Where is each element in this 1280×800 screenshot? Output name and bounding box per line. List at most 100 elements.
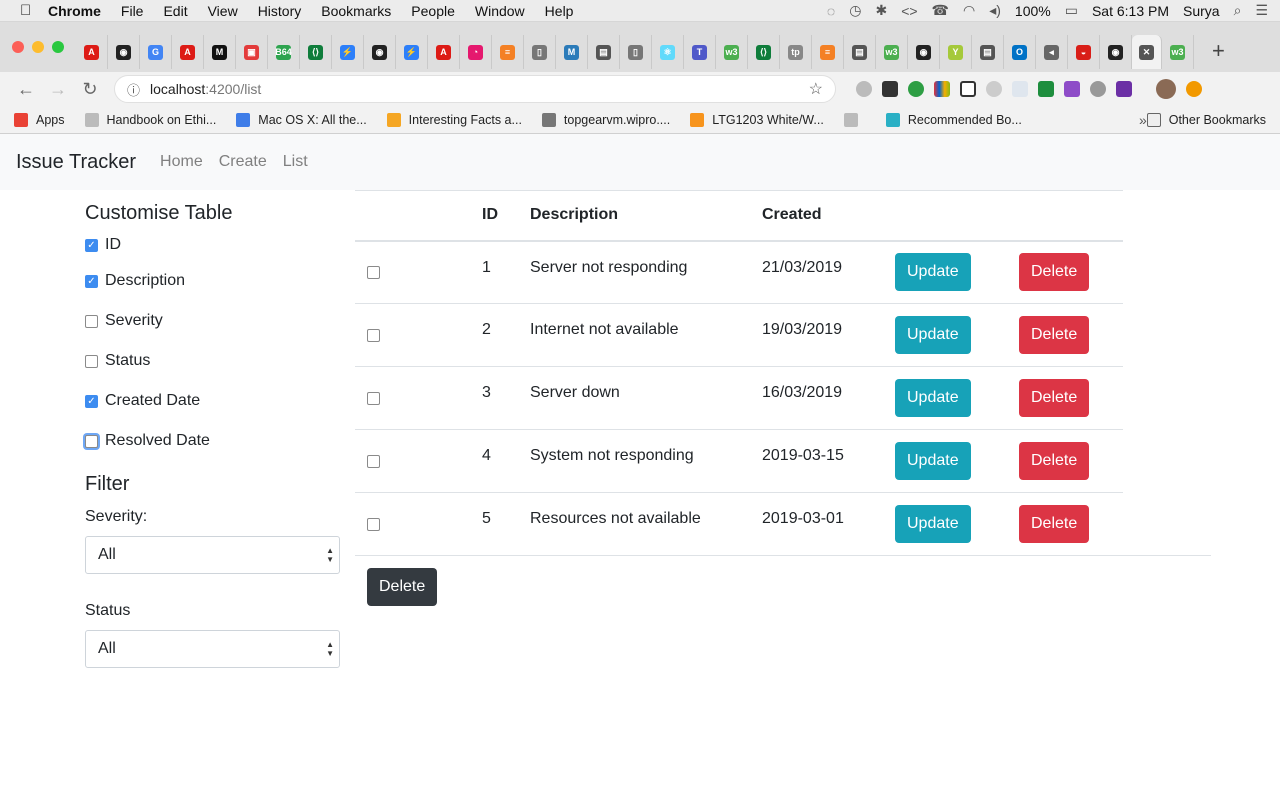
browser-tab[interactable]: ▤ bbox=[972, 35, 1004, 69]
browser-tab[interactable]: B64 bbox=[268, 35, 300, 69]
update-button[interactable]: Update bbox=[895, 379, 971, 417]
browser-tab[interactable]: w3 bbox=[876, 35, 908, 69]
browser-tab[interactable]: A bbox=[76, 35, 108, 69]
other-bookmarks-folder[interactable]: Other Bookmarks bbox=[1146, 112, 1266, 127]
browser-tab[interactable]: w3 bbox=[716, 35, 748, 69]
browser-tab[interactable]: ◂ bbox=[1036, 35, 1068, 69]
browser-tab[interactable]: ▣ bbox=[236, 35, 268, 69]
update-button[interactable]: Update bbox=[895, 316, 971, 354]
browser-tab[interactable]: ⚡ bbox=[332, 35, 364, 69]
bookmark-item[interactable]: Apps bbox=[14, 112, 65, 127]
browser-tab[interactable]: ≡ bbox=[812, 35, 844, 69]
delete-button[interactable]: Delete bbox=[1019, 379, 1090, 417]
browser-tab[interactable]: ▯ bbox=[524, 35, 556, 69]
apple-menu-icon[interactable]:  bbox=[20, 2, 48, 19]
update-button[interactable]: Update bbox=[895, 505, 971, 543]
column-toggle-severity[interactable]: Severity bbox=[85, 301, 341, 341]
update-button[interactable]: Update bbox=[895, 253, 971, 292]
extension-icon[interactable] bbox=[856, 81, 872, 97]
browser-tab[interactable]: ◉ bbox=[108, 35, 140, 69]
menu-history[interactable]: History bbox=[258, 3, 302, 19]
row-select-checkbox[interactable] bbox=[367, 517, 380, 531]
browser-tab[interactable]: ◔ bbox=[460, 35, 492, 69]
snowflake-extension-icon[interactable] bbox=[1012, 81, 1028, 97]
extension-icon[interactable] bbox=[1064, 81, 1080, 97]
severity-select[interactable]: All ▲ ▼ bbox=[85, 536, 340, 574]
browser-tab[interactable]: ◉ bbox=[364, 35, 396, 69]
profile-avatar[interactable] bbox=[1156, 79, 1176, 99]
nav-create-link[interactable]: Create bbox=[219, 153, 267, 171]
browser-tab[interactable]: ≡ bbox=[492, 35, 524, 69]
battery-icon[interactable]: ▭ bbox=[1065, 2, 1078, 19]
row-select-checkbox[interactable] bbox=[367, 454, 380, 468]
delete-button[interactable]: Delete bbox=[1019, 316, 1090, 354]
spinner-icon[interactable]: ◌ bbox=[827, 3, 835, 19]
new-tab-icon[interactable]: + bbox=[1212, 38, 1225, 64]
reload-icon[interactable]: ↻ bbox=[74, 79, 106, 100]
browser-tab[interactable]: A bbox=[428, 35, 460, 69]
extension-icon[interactable] bbox=[882, 81, 898, 97]
minimize-window-button[interactable] bbox=[32, 41, 44, 53]
column-checkbox[interactable]: ✓ bbox=[85, 274, 98, 288]
address-bar[interactable]: ⓘ localhost:4200/list ☆ bbox=[114, 75, 836, 103]
browser-tab[interactable]: ⟨⟩ bbox=[300, 35, 332, 69]
browser-tab[interactable]: M bbox=[556, 35, 588, 69]
nav-list-link[interactable]: List bbox=[283, 153, 308, 171]
bookmark-item[interactable]: topgearvm.wipro.... bbox=[541, 112, 670, 127]
app-brand[interactable]: Issue Tracker bbox=[16, 151, 136, 174]
column-toggle-resolved-date[interactable]: Resolved Date bbox=[85, 421, 341, 461]
close-window-button[interactable] bbox=[12, 41, 24, 53]
browser-tab[interactable]: ⚡ bbox=[396, 35, 428, 69]
column-checkbox[interactable] bbox=[85, 434, 98, 448]
bookmark-item[interactable]: Recommended Bo... bbox=[885, 112, 1022, 127]
column-checkbox[interactable]: ✓ bbox=[85, 238, 98, 252]
code-icon[interactable]: <> bbox=[901, 3, 917, 19]
browser-tab[interactable]: ✕ bbox=[1132, 35, 1162, 69]
menu-app-name[interactable]: Chrome bbox=[48, 3, 101, 19]
extension-icon[interactable] bbox=[986, 81, 1002, 97]
column-checkbox[interactable] bbox=[85, 314, 98, 328]
extension-icon[interactable] bbox=[908, 81, 924, 97]
column-toggle-status[interactable]: Status bbox=[85, 341, 341, 381]
update-button[interactable]: Update bbox=[895, 442, 971, 480]
browser-tab[interactable]: O bbox=[1004, 35, 1036, 69]
clock[interactable]: Sat 6:13 PM bbox=[1092, 3, 1169, 19]
site-info-icon[interactable]: ⓘ bbox=[127, 80, 140, 99]
menu-file[interactable]: File bbox=[121, 3, 144, 19]
extension-icon[interactable] bbox=[1038, 81, 1054, 97]
browser-tab[interactable]: G bbox=[140, 35, 172, 69]
browser-tab[interactable]: ◉ bbox=[1100, 35, 1132, 69]
row-select-checkbox[interactable] bbox=[367, 391, 380, 405]
browser-tab[interactable]: T bbox=[684, 35, 716, 69]
globe-extension-icon[interactable] bbox=[1090, 81, 1106, 97]
cube-extension-icon[interactable] bbox=[960, 81, 976, 97]
browser-tab[interactable]: ▯ bbox=[620, 35, 652, 69]
browser-tab[interactable]: ▤ bbox=[588, 35, 620, 69]
column-toggle-id[interactable]: ✓ ID bbox=[85, 229, 341, 261]
wifi-icon[interactable]: ◠ bbox=[963, 2, 975, 19]
status-select[interactable]: All ▲ ▼ bbox=[85, 630, 340, 668]
menu-view[interactable]: View bbox=[208, 3, 238, 19]
menu-people[interactable]: People bbox=[411, 3, 455, 19]
menu-bookmarks[interactable]: Bookmarks bbox=[321, 3, 391, 19]
bookmark-star-icon[interactable]: ☆ bbox=[809, 79, 823, 99]
menu-window[interactable]: Window bbox=[475, 3, 525, 19]
back-arrow-icon[interactable]: ← bbox=[10, 79, 42, 100]
bookmark-item[interactable]: Handbook on Ethi... bbox=[84, 112, 216, 127]
time-machine-icon[interactable]: ◷ bbox=[849, 2, 861, 19]
browser-tab[interactable]: ▤ bbox=[844, 35, 876, 69]
delete-button[interactable]: Delete bbox=[1019, 253, 1090, 292]
column-toggle-created-date[interactable]: ✓ Created Date bbox=[85, 381, 341, 421]
zoom-window-button[interactable] bbox=[52, 41, 64, 53]
nav-home-link[interactable]: Home bbox=[160, 153, 203, 171]
browser-tab[interactable]: ◒ bbox=[1068, 35, 1100, 69]
browser-tab[interactable]: ◉ bbox=[908, 35, 940, 69]
bookmarks-overflow-icon[interactable]: » bbox=[1139, 112, 1147, 128]
delete-button[interactable]: Delete bbox=[1019, 442, 1090, 480]
phone-icon[interactable]: ☎ bbox=[932, 2, 949, 19]
menu-edit[interactable]: Edit bbox=[163, 3, 187, 19]
forward-arrow-icon[interactable]: → bbox=[42, 79, 74, 100]
bulk-delete-button[interactable]: Delete bbox=[367, 568, 438, 606]
volume-icon[interactable]: ◂) bbox=[989, 2, 1001, 19]
menu-help[interactable]: Help bbox=[545, 3, 574, 19]
